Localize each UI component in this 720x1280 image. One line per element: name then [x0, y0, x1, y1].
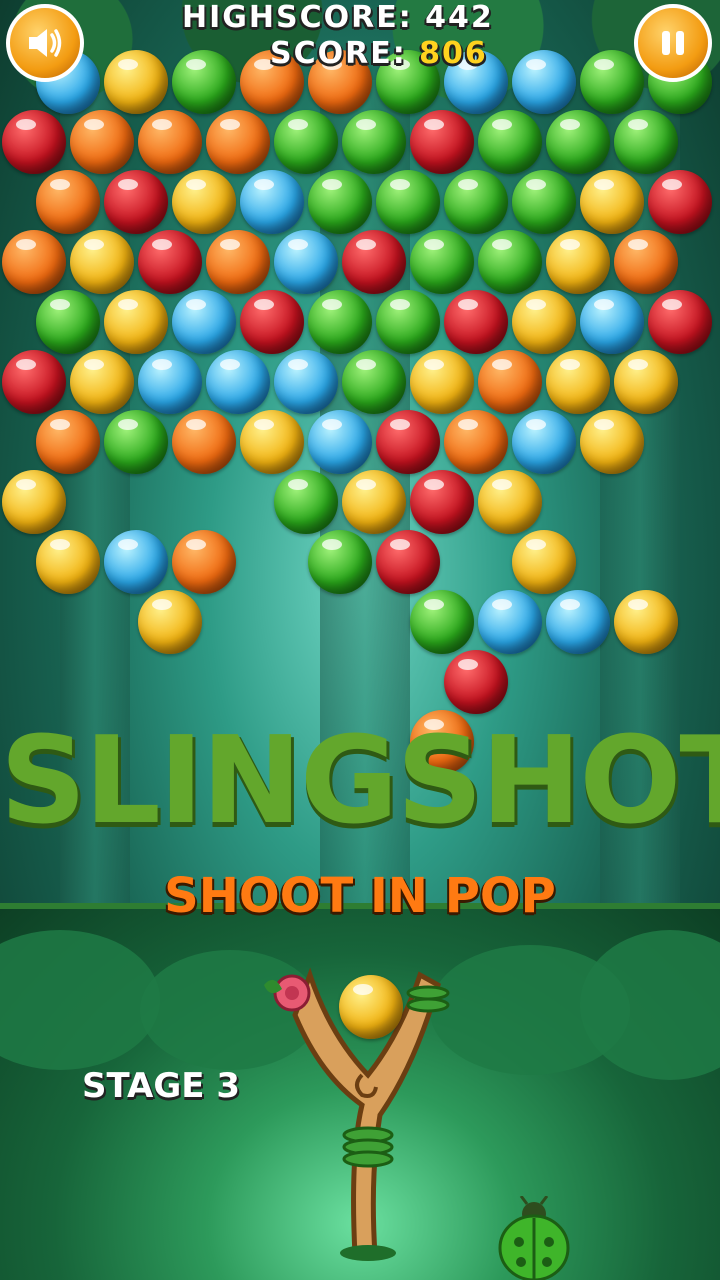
- bubble-green[interactable]: [308, 170, 372, 234]
- highscore-display: HIGHSCORE: 442: [182, 0, 494, 35]
- bubble-blue[interactable]: [512, 50, 576, 114]
- bubble-red[interactable]: [342, 230, 406, 294]
- bubble-green[interactable]: [614, 110, 678, 174]
- bubble-yellow[interactable]: [614, 590, 678, 654]
- bubble-yellow[interactable]: [104, 290, 168, 354]
- highscore-value: 442: [425, 0, 494, 35]
- bubble-orange[interactable]: [206, 110, 270, 174]
- bubble-green[interactable]: [478, 110, 542, 174]
- bubble-yellow[interactable]: [36, 530, 100, 594]
- pause-icon: [662, 31, 684, 55]
- speaker-icon: [29, 29, 62, 57]
- bubble-orange[interactable]: [70, 110, 134, 174]
- bubble-green[interactable]: [546, 110, 610, 174]
- bubble-blue[interactable]: [274, 230, 338, 294]
- sound-button[interactable]: [6, 4, 84, 82]
- bubble-red[interactable]: [410, 470, 474, 534]
- bubble-green[interactable]: [342, 350, 406, 414]
- bubble-green[interactable]: [308, 290, 372, 354]
- pause-button[interactable]: [634, 4, 712, 82]
- bubble-green[interactable]: [376, 170, 440, 234]
- bubble-red[interactable]: [2, 350, 66, 414]
- bubble-green[interactable]: [444, 170, 508, 234]
- bubble-yellow[interactable]: [342, 470, 406, 534]
- ladybug-icon: [498, 1196, 570, 1280]
- bubble-orange[interactable]: [172, 530, 236, 594]
- bubble-blue[interactable]: [138, 350, 202, 414]
- bubble-red[interactable]: [444, 290, 508, 354]
- bubble-blue[interactable]: [478, 590, 542, 654]
- game-subtitle: SHOOT IN POP: [164, 868, 556, 924]
- bubble-green[interactable]: [410, 230, 474, 294]
- bubble-yellow[interactable]: [410, 350, 474, 414]
- bubble-yellow[interactable]: [580, 410, 644, 474]
- bubble-green[interactable]: [172, 50, 236, 114]
- stage-label: STAGE 3: [82, 1066, 240, 1106]
- bubble-yellow[interactable]: [580, 170, 644, 234]
- bubble-orange[interactable]: [478, 350, 542, 414]
- bubble-yellow[interactable]: [614, 350, 678, 414]
- bubble-yellow[interactable]: [70, 350, 134, 414]
- highscore-label: HIGHSCORE:: [182, 0, 413, 35]
- bubble-yellow[interactable]: [512, 290, 576, 354]
- bubble-orange[interactable]: [138, 110, 202, 174]
- bubble-orange[interactable]: [444, 410, 508, 474]
- bubble-red[interactable]: [648, 170, 712, 234]
- bubble-red[interactable]: [410, 110, 474, 174]
- bubble-green[interactable]: [376, 290, 440, 354]
- bubble-yellow[interactable]: [138, 590, 202, 654]
- bubble-yellow[interactable]: [546, 230, 610, 294]
- bubble-red[interactable]: [104, 170, 168, 234]
- bubble-yellow[interactable]: [2, 470, 66, 534]
- bubble-red[interactable]: [240, 290, 304, 354]
- bubble-blue[interactable]: [512, 410, 576, 474]
- bubble-green[interactable]: [512, 170, 576, 234]
- bubble-orange[interactable]: [206, 230, 270, 294]
- loaded-ball[interactable]: [339, 975, 403, 1039]
- bubble-blue[interactable]: [172, 290, 236, 354]
- bubble-yellow[interactable]: [512, 530, 576, 594]
- score-label: SCORE:: [270, 36, 407, 71]
- bubble-orange[interactable]: [614, 230, 678, 294]
- bubble-yellow[interactable]: [478, 470, 542, 534]
- score-value: 806: [419, 36, 488, 71]
- bubble-green[interactable]: [308, 530, 372, 594]
- score-display: SCORE: 806: [270, 36, 488, 71]
- bubble-red[interactable]: [376, 410, 440, 474]
- bubble-green[interactable]: [274, 110, 338, 174]
- bubble-yellow[interactable]: [172, 170, 236, 234]
- bubble-blue[interactable]: [240, 170, 304, 234]
- bubble-blue[interactable]: [580, 290, 644, 354]
- bubble-green[interactable]: [410, 590, 474, 654]
- bubble-orange[interactable]: [36, 170, 100, 234]
- bubble-orange[interactable]: [2, 230, 66, 294]
- bubble-yellow[interactable]: [546, 350, 610, 414]
- bubble-green[interactable]: [478, 230, 542, 294]
- bubble-green[interactable]: [580, 50, 644, 114]
- bubble-green[interactable]: [342, 110, 406, 174]
- bubble-yellow[interactable]: [240, 410, 304, 474]
- bubble-yellow[interactable]: [104, 50, 168, 114]
- game-scene[interactable]: HIGHSCORE: 442 SCORE: 806 SLINGSHOT SHOO…: [0, 0, 720, 1280]
- bubble-red[interactable]: [2, 110, 66, 174]
- bubble-blue[interactable]: [104, 530, 168, 594]
- bubble-red[interactable]: [138, 230, 202, 294]
- bubble-green[interactable]: [36, 290, 100, 354]
- bubble-green[interactable]: [104, 410, 168, 474]
- bubble-blue[interactable]: [308, 410, 372, 474]
- bubble-yellow[interactable]: [70, 230, 134, 294]
- bubble-blue[interactable]: [546, 590, 610, 654]
- bubble-orange[interactable]: [172, 410, 236, 474]
- bubble-green[interactable]: [274, 470, 338, 534]
- bubble-red[interactable]: [444, 650, 508, 714]
- bubble-red[interactable]: [376, 530, 440, 594]
- bubble-red[interactable]: [648, 290, 712, 354]
- bubble-orange[interactable]: [36, 410, 100, 474]
- bubble-blue[interactable]: [206, 350, 270, 414]
- game-title: SLINGSHOT: [0, 712, 720, 851]
- bubble-blue[interactable]: [274, 350, 338, 414]
